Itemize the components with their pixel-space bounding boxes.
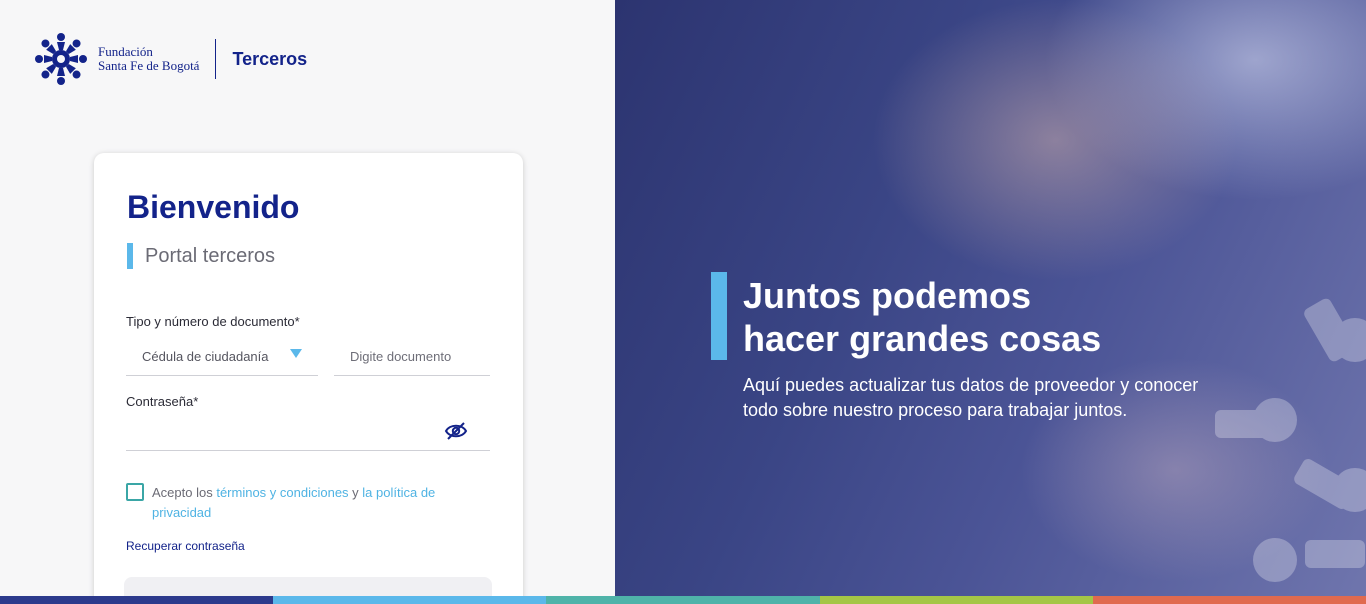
caret-down-icon: [290, 349, 302, 358]
brand-divider: [215, 39, 217, 79]
app-name: Terceros: [232, 48, 308, 69]
eye-slash-icon[interactable]: [444, 421, 468, 441]
document-type-select[interactable]: Cédula de ciudadanía: [126, 337, 318, 376]
brand-name-line1: Fundación: [98, 44, 153, 59]
hero-title: Juntos podemos hacer grandes cosas: [743, 274, 1183, 360]
hero-text: Aquí puedes actualizar tus datos de prov…: [743, 375, 1199, 420]
recover-password-link[interactable]: Recuperar contraseña: [126, 539, 245, 553]
foundation-logo-icon: [35, 33, 87, 85]
hero-accent-bar: [711, 272, 727, 360]
hero-title-line2: hacer grandes cosas: [743, 318, 1102, 359]
terms-link[interactable]: términos y condiciones: [216, 485, 348, 500]
bottom-color-strip: [0, 596, 1366, 604]
terms-checkbox[interactable]: [126, 483, 144, 501]
hero-panel: Juntos podemos hacer grandes cosas Aquí …: [615, 0, 1366, 596]
subtitle-accent-bar: [127, 243, 133, 269]
logo-watermark-icon: [1215, 298, 1366, 582]
strip-segment: [0, 596, 274, 604]
login-subtitle: Portal terceros: [127, 243, 275, 269]
document-number-input[interactable]: [334, 337, 490, 376]
brand-name: Fundación Santa Fe de Bogotá: [98, 45, 199, 73]
password-input[interactable]: [126, 415, 490, 451]
strip-segment: [273, 596, 547, 604]
strip-segment: [819, 596, 1093, 604]
login-title: Bienvenido: [127, 189, 300, 225]
terms-prefix: Acepto los: [152, 485, 217, 500]
terms-mid: y: [348, 485, 363, 500]
left-panel: Fundación Santa Fe de Bogotá Terceros Bi…: [0, 0, 615, 604]
strip-segment: [1092, 596, 1366, 604]
brand-header: Fundación Santa Fe de Bogotá Terceros: [32, 30, 307, 88]
terms-text: Acepto los términos y condiciones y la p…: [152, 483, 472, 523]
brand-name-line2: Santa Fe de Bogotá: [98, 58, 200, 73]
password-label: Contraseña*: [126, 394, 199, 409]
login-card: Bienvenido Portal terceros Tipo y número…: [94, 153, 523, 604]
document-type-value: Cédula de ciudadanía: [142, 348, 269, 364]
hero-title-line1: Juntos podemos: [743, 275, 1032, 316]
subtitle-text: Portal terceros: [145, 244, 276, 267]
strip-segment: [546, 596, 820, 604]
document-label: Tipo y número de documento*: [126, 314, 300, 329]
